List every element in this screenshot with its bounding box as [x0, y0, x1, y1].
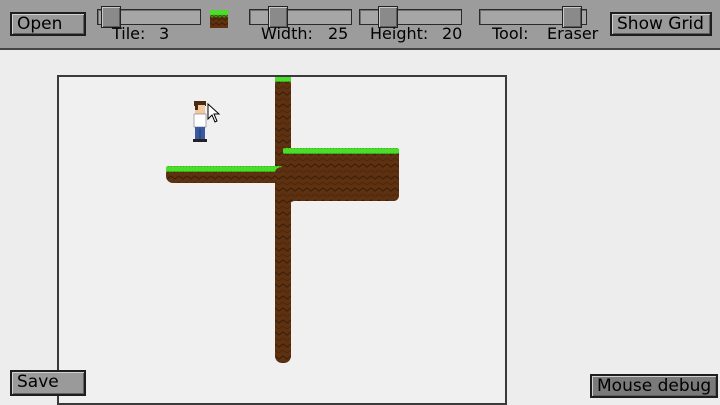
tool-slider[interactable]: [479, 6, 587, 28]
width-slider[interactable]: [249, 6, 352, 28]
tool-label: Tool:: [492, 24, 529, 43]
left-ledge: [166, 166, 282, 183]
tool-value: Eraser: [547, 24, 599, 43]
toolbar: Open Tile: 3 Width: 25 Height: 20 Tool: …: [0, 0, 720, 50]
height-value: 20: [442, 24, 463, 43]
show-grid-button[interactable]: Show Grid: [610, 12, 712, 36]
width-label: Width:: [261, 24, 313, 43]
mouse-debug-button[interactable]: Mouse debug: [590, 374, 718, 398]
level-world: [166, 77, 399, 363]
width-value: 25: [328, 24, 349, 43]
player-character: [193, 101, 207, 142]
right-platform: [275, 148, 399, 227]
level-canvas[interactable]: [57, 75, 507, 405]
save-button[interactable]: Save: [10, 370, 86, 396]
height-label: Height:: [370, 24, 429, 43]
tile-slider[interactable]: [97, 6, 201, 28]
tile-value: 3: [159, 24, 170, 43]
grass-dirt-tile-icon: [210, 10, 228, 28]
tile-label: Tile:: [112, 24, 146, 43]
cursor-arrow-icon: [207, 102, 221, 123]
open-button[interactable]: Open: [10, 12, 86, 36]
height-slider[interactable]: [359, 6, 462, 28]
